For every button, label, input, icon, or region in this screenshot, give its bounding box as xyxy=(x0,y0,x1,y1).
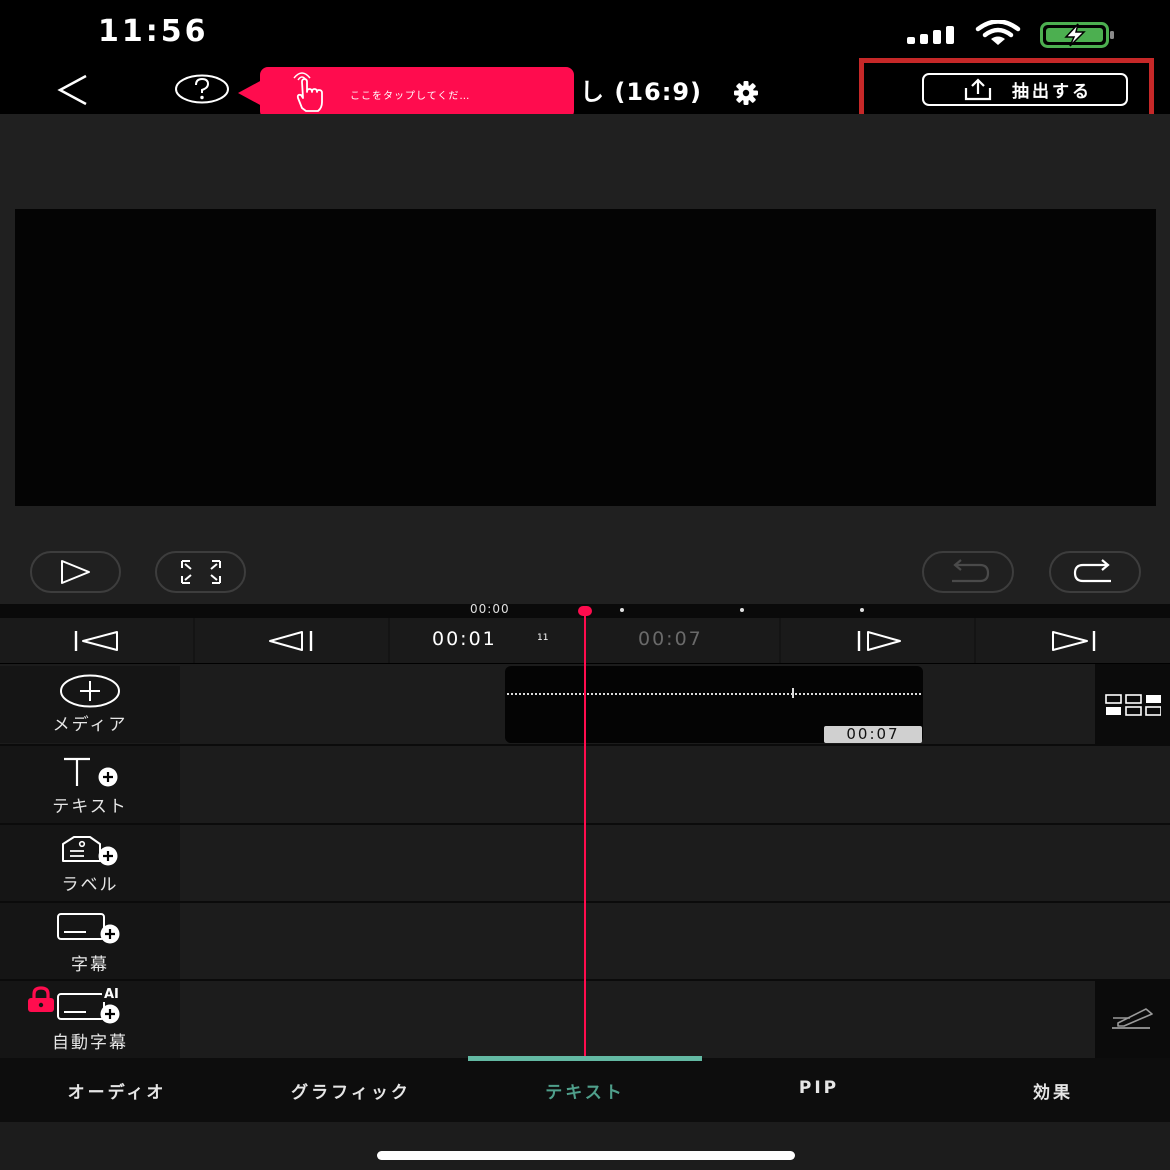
track-label: 自動字幕 xyxy=(52,1033,128,1053)
tooltip-text: ここをタップしてくだ… xyxy=(350,91,471,102)
next-frame-icon xyxy=(857,630,901,651)
add-label-icon xyxy=(62,836,118,866)
help-icon[interactable] xyxy=(175,74,229,104)
back-icon[interactable] xyxy=(52,70,92,110)
cellular-signal-icon xyxy=(907,26,954,44)
redo-icon xyxy=(1073,559,1111,583)
play-icon xyxy=(60,560,90,584)
tab-text[interactable]: テキスト xyxy=(468,1078,702,1103)
clip-duration: 00:07 xyxy=(824,726,922,743)
gear-icon[interactable] xyxy=(733,80,759,106)
home-indicator[interactable] xyxy=(377,1151,795,1160)
export-label: 抽出する xyxy=(1012,82,1092,102)
fullscreen-icon xyxy=(180,560,221,584)
undo-button[interactable] xyxy=(922,551,1014,593)
track-label: ラベル xyxy=(61,875,119,895)
add-media-icon xyxy=(60,674,120,708)
home-bar-area xyxy=(0,1122,1170,1170)
status-time: 11:56 xyxy=(98,14,209,49)
skip-to-end-icon xyxy=(1052,630,1096,651)
tab-audio[interactable]: オーディオ xyxy=(0,1078,234,1103)
ai-badge: AI xyxy=(102,987,121,1002)
tap-hand-icon xyxy=(293,72,323,112)
track-label: テキスト xyxy=(52,797,128,817)
track-label: メディア xyxy=(52,715,128,735)
clip-audio-line xyxy=(507,693,921,695)
wifi-icon xyxy=(975,20,1021,45)
export-button[interactable]: 抽出する xyxy=(922,73,1128,106)
next-frame-button[interactable] xyxy=(781,618,974,663)
play-button[interactable] xyxy=(30,551,121,593)
track-label: 字幕 xyxy=(71,955,109,975)
add-text-icon xyxy=(64,757,118,787)
project-title[interactable]: し (16:9) xyxy=(580,72,702,107)
clip-marker xyxy=(792,688,794,698)
previous-frame-button[interactable] xyxy=(195,618,388,663)
active-tab-indicator xyxy=(468,1056,702,1061)
total-duration: 00:07 xyxy=(638,628,703,650)
tab-graphics[interactable]: グラフィック xyxy=(234,1078,468,1103)
undo-icon xyxy=(952,559,990,583)
skip-to-start-icon xyxy=(74,630,118,651)
playhead-handle[interactable] xyxy=(578,606,592,616)
ruler-dot xyxy=(620,608,624,612)
ruler-label: 00:00 xyxy=(470,602,510,616)
clip-grid-icon[interactable] xyxy=(1105,694,1161,716)
redo-button[interactable] xyxy=(1049,551,1141,593)
skip-to-end-button[interactable] xyxy=(976,618,1170,663)
video-preview[interactable] xyxy=(15,209,1156,506)
battery-charging-icon xyxy=(1040,22,1114,48)
ruler-dot xyxy=(860,608,864,612)
skip-to-start-button[interactable] xyxy=(0,618,193,663)
upload-icon xyxy=(964,77,992,100)
playhead[interactable] xyxy=(584,612,586,1060)
fullscreen-button[interactable] xyxy=(155,551,246,593)
current-frame: 11 xyxy=(537,633,549,643)
lock-icon xyxy=(28,986,54,1012)
previous-frame-icon xyxy=(268,630,312,651)
tooltip-tail xyxy=(238,80,262,106)
tab-effects[interactable]: 効果 xyxy=(936,1078,1170,1103)
add-subtitle-icon xyxy=(57,913,120,944)
ruler-dot xyxy=(740,608,744,612)
current-timecode: 00:01 xyxy=(432,628,497,650)
tab-pip[interactable]: PIP xyxy=(702,1078,936,1098)
edit-pencil-icon[interactable] xyxy=(1110,1006,1156,1030)
